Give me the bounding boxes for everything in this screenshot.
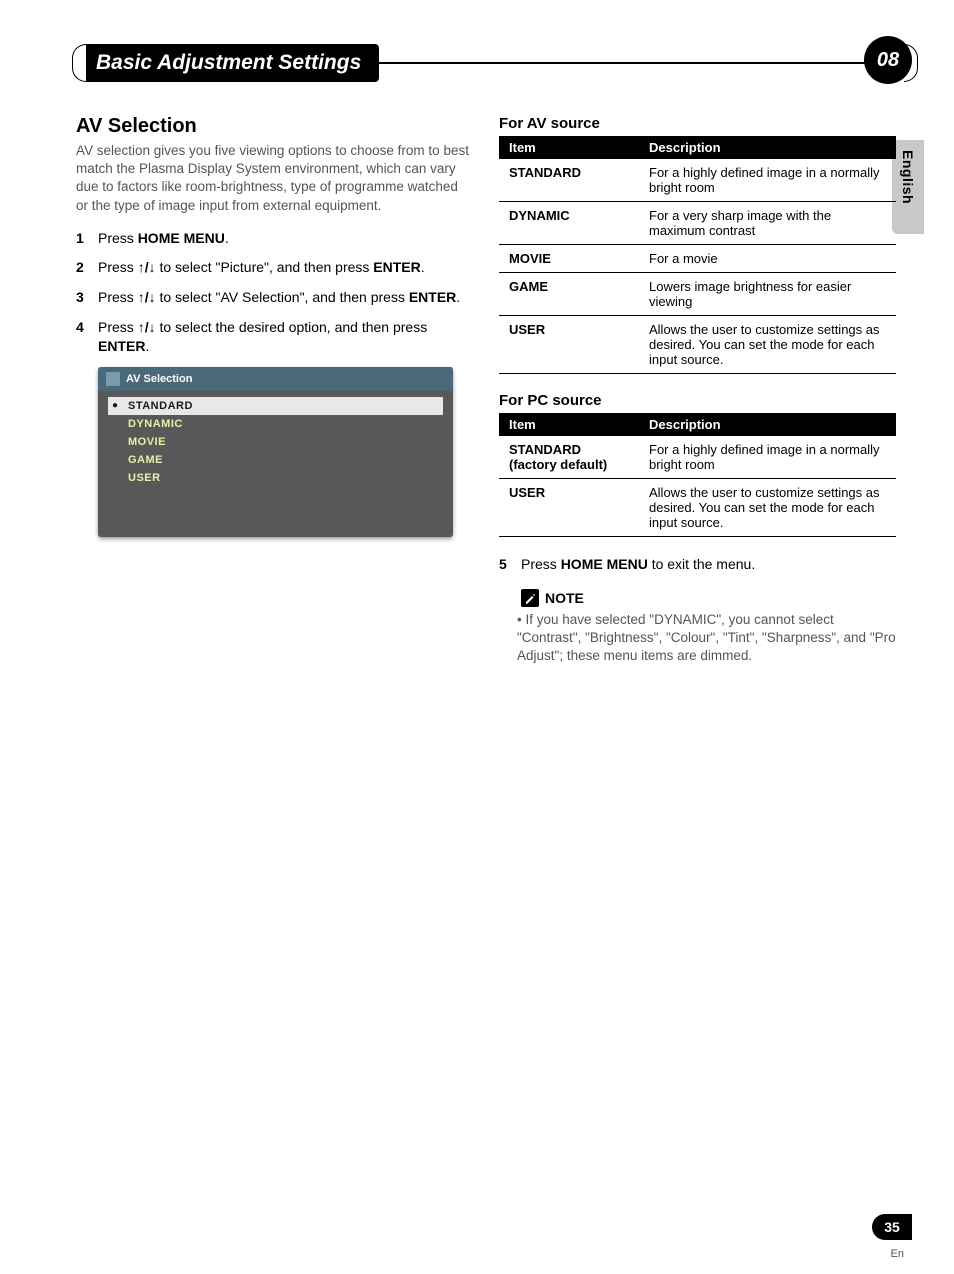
step-text: Press HOME MENU to exit the menu. — [521, 555, 896, 575]
osd-title-text: AV Selection — [126, 373, 192, 385]
osd-title: AV Selection — [98, 367, 453, 391]
osd-item: DYNAMIC — [108, 415, 443, 433]
step-number: 2 — [76, 258, 98, 278]
step-4: 4 Press ↑/↓ to select the desired option… — [76, 318, 473, 357]
table-header: Description — [639, 413, 896, 436]
table-header: Description — [639, 136, 896, 159]
table-header: Item — [499, 413, 639, 436]
table-row: MOVIEFor a movie — [499, 245, 896, 273]
osd-item-selected: STANDARD — [108, 397, 443, 415]
table-row: STANDARDFor a highly defined image in a … — [499, 159, 896, 202]
table1-heading: For AV source — [499, 115, 896, 132]
table2-heading: For PC source — [499, 392, 896, 409]
intro-paragraph: AV selection gives you five viewing opti… — [76, 142, 473, 215]
table-row: GAMELowers image brightness for easier v… — [499, 273, 896, 316]
table-header: Item — [499, 136, 639, 159]
step-1: 1 Press HOME MENU. — [76, 229, 473, 249]
osd-item: GAME — [108, 451, 443, 469]
osd-item: MOVIE — [108, 433, 443, 451]
step-2: 2 Press ↑/↓ to select "Picture", and the… — [76, 258, 473, 278]
header-bar: Basic Adjustment Settings — [72, 44, 918, 82]
table-row: USERAllows the user to customize setting… — [499, 479, 896, 537]
table-row: STANDARD (factory default)For a highly d… — [499, 436, 896, 479]
section-title: AV Selection — [76, 115, 473, 138]
page-number: 35 — [872, 1214, 912, 1240]
left-column: AV Selection AV selection gives you five… — [76, 115, 473, 665]
arrow-icon: ↑/↓ — [138, 289, 156, 305]
pencil-icon — [521, 589, 539, 607]
note-body: • If you have selected "DYNAMIC", you ca… — [517, 611, 896, 666]
note-label: NOTE — [545, 590, 584, 606]
step-number: 5 — [499, 555, 521, 575]
right-column: For AV source Item Description STANDARDF… — [499, 115, 896, 665]
step-text: Press ↑/↓ to select "Picture", and then … — [98, 258, 473, 278]
table-row: USERAllows the user to customize setting… — [499, 316, 896, 374]
step-text: Press HOME MENU. — [98, 229, 473, 249]
language-tab: English — [892, 140, 924, 234]
arrow-icon: ↑/↓ — [138, 259, 156, 275]
step-number: 3 — [76, 288, 98, 308]
osd-item: USER — [108, 469, 443, 487]
table-row: DYNAMICFor a very sharp image with the m… — [499, 202, 896, 245]
osd-items: STANDARD DYNAMIC MOVIE GAME USER — [98, 391, 453, 537]
note-heading: NOTE — [521, 589, 896, 607]
step-text: Press ↑/↓ to select the desired option, … — [98, 318, 473, 357]
header-paren-left — [72, 44, 86, 82]
step-3: 3 Press ↑/↓ to select "AV Selection", an… — [76, 288, 473, 308]
chapter-number: 08 — [864, 36, 912, 84]
osd-screenshot: AV Selection STANDARD DYNAMIC MOVIE GAME… — [98, 367, 453, 537]
language-tab-label: English — [900, 150, 916, 204]
pc-source-table: Item Description STANDARD (factory defau… — [499, 413, 896, 537]
step-text: Press ↑/↓ to select "AV Selection", and … — [98, 288, 473, 308]
osd-icon — [106, 372, 120, 386]
av-source-table: Item Description STANDARDFor a highly de… — [499, 136, 896, 374]
arrow-icon: ↑/↓ — [138, 319, 156, 335]
step-number: 1 — [76, 229, 98, 249]
step-5: 5 Press HOME MENU to exit the menu. — [499, 555, 896, 575]
step-number: 4 — [76, 318, 98, 357]
page-language: En — [891, 1248, 904, 1260]
header-rule — [379, 62, 904, 64]
header-title: Basic Adjustment Settings — [86, 44, 379, 81]
